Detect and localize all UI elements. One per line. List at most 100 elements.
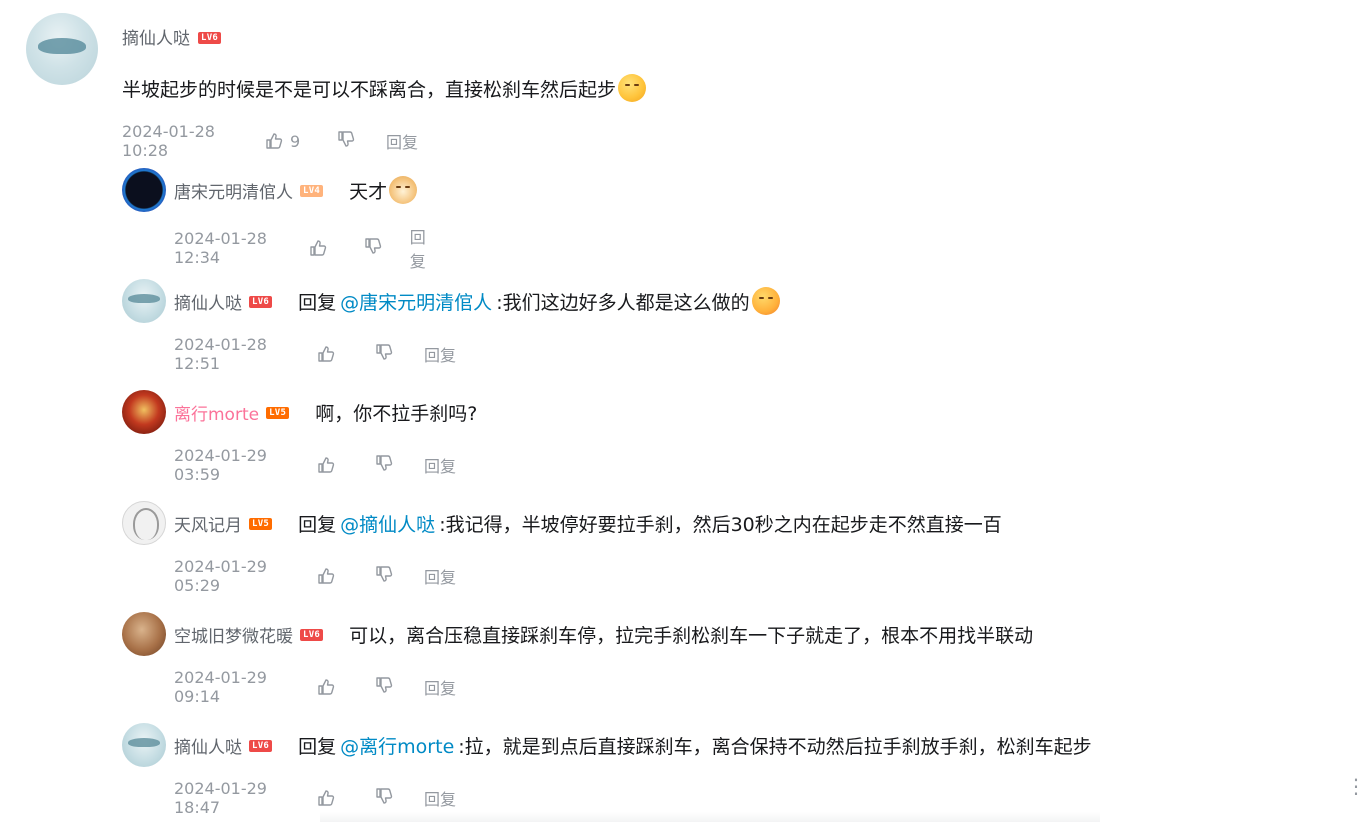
username-row: 天风记月 LV5 [174,511,273,536]
mention-link[interactable]: @离行morte [340,732,454,759]
reply-text: 回复 @摘仙人哒 :我记得，半坡停好要拉手刹，然后30秒之内在起步走不然直接一百 [298,510,1002,537]
avatar[interactable] [122,168,166,212]
like-button[interactable] [308,238,363,258]
avatar[interactable] [122,390,166,434]
username[interactable]: 离行morte [174,400,259,425]
reply-item: 摘仙人哒 LV6 回复 @唐宋元明清倌人 :我们这边好多人都是这么做的 2024… [122,279,780,373]
reply-button[interactable]: 回复 [410,224,440,272]
thumbs-down-icon [376,566,393,582]
reply-body: :我记得，半坡停好要拉手刹，然后30秒之内在起步走不然直接一百 [439,513,1002,536]
mention-link[interactable]: @唐宋元明清倌人 [340,288,492,315]
root-username-row: 摘仙人哒 LV6 [122,24,222,49]
doge-emoji-icon [389,176,418,204]
reply-item: 离行morte LV5 啊，你不拉手刹吗? 2024-01-29 03:59 回… [122,390,477,484]
more-vertical-icon[interactable]: ⋮ [1346,776,1360,796]
like-button[interactable] [316,677,374,697]
reply-text: 啊，你不拉手刹吗? [315,399,477,426]
dislike-button[interactable] [336,129,386,153]
timestamp: 2024-01-29 05:29 [174,557,267,595]
like-button[interactable] [316,788,374,808]
reply-button[interactable]: 回复 [424,675,456,699]
bottom-fade [320,812,1100,822]
thumbs-down-icon [376,344,393,360]
level-badge: LV6 [198,31,222,44]
dislike-button[interactable] [374,342,424,366]
thumbs-up-icon [318,568,335,584]
reply-button[interactable]: 回复 [386,129,418,153]
root-comment-text: 半坡起步的时候是不是可以不踩离合，直接松刹车然后起步 [122,74,647,102]
reply-item: 空城旧梦微花暖 LV6 可以，离合压稳直接踩刹车停，拉完手刹松刹车一下子就走了，… [122,612,1033,706]
reply-meta: 2024-01-29 09:14 回复 [174,668,456,706]
reply-body: :拉，就是到点后直接踩刹车，离合保持不动然后拉手刹放手刹，松刹车起步 [458,735,1092,758]
username[interactable]: 摘仙人哒 [174,733,242,758]
reply-meta: 2024-01-28 12:34 回复 [174,224,440,272]
like-button[interactable] [316,455,374,475]
thumbs-up-icon [266,133,283,149]
reply-item: 摘仙人哒 LV6 回复 @离行morte :拉，就是到点后直接踩刹车，离合保持不… [122,723,1092,817]
timestamp: 2024-01-28 12:34 [174,229,267,267]
reply-prefix: 回复 [298,735,337,758]
root-comment-body: 半坡起步的时候是不是可以不踩离合，直接松刹车然后起步 [122,78,617,101]
reply-button[interactable]: 回复 [424,786,456,810]
mention-link[interactable]: @摘仙人哒 [340,510,435,537]
level-badge: LV5 [249,518,273,530]
dislike-button[interactable] [374,453,424,477]
reply-meta: 2024-01-29 03:59 回复 [174,446,456,484]
dislike-button[interactable] [363,236,410,260]
username[interactable]: 空城旧梦微花暖 [174,622,293,647]
dislike-button[interactable] [374,786,424,810]
timestamp: 2024-01-29 03:59 [174,446,267,484]
grinning-emoji-icon [618,74,647,102]
reply-body: 啊，你不拉手刹吗? [315,402,478,425]
avatar[interactable] [122,612,166,656]
reply-text: 可以，离合压稳直接踩刹车停，拉完手刹松刹车一下子就走了，根本不用找半联动 [349,621,1033,648]
reply-meta: 2024-01-29 05:29 回复 [174,557,456,595]
reply-meta: 2024-01-28 12:51 回复 [174,335,456,373]
thumbs-up-icon [318,790,335,806]
username[interactable]: 天风记月 [174,511,242,536]
root-meta: 2024-01-28 10:28 9 回复 [122,122,418,160]
level-badge: LV5 [266,407,290,419]
username[interactable]: 摘仙人哒 [174,289,242,314]
thumbs-down-icon [376,455,393,471]
thumbs-up-icon [310,240,327,256]
reply-button[interactable]: 回复 [424,453,456,477]
username-row: 摘仙人哒 LV6 [174,289,273,314]
username[interactable]: 唐宋元明清倌人 [174,178,293,203]
thumbs-down-icon [338,131,355,147]
thumbs-up-icon [318,346,335,362]
reply-button[interactable]: 回复 [424,342,456,366]
dislike-button[interactable] [374,564,424,588]
root-avatar[interactable] [26,13,98,85]
username-row: 空城旧梦微花暖 LV6 [174,622,324,647]
reply-item: 唐宋元明清倌人 LV4 天才 2024-01-28 12:34 回复 [122,168,426,271]
thumbs-up-icon [318,679,335,695]
timestamp: 2024-01-28 12:51 [174,335,267,373]
root-username[interactable]: 摘仙人哒 [122,24,190,49]
like-count: 9 [290,131,301,151]
avatar[interactable] [122,723,166,767]
avatar[interactable] [122,279,166,323]
reply-button[interactable]: 回复 [424,564,456,588]
level-badge: LV4 [300,185,324,197]
like-button[interactable] [316,566,374,586]
reply-text: 天才 [349,176,418,204]
avatar[interactable] [122,501,166,545]
thumbs-down-icon [364,238,381,254]
like-button[interactable]: 9 [264,131,336,151]
reply-item: 天风记月 LV5 回复 @摘仙人哒 :我记得，半坡停好要拉手刹，然后30秒之内在… [122,501,1002,595]
level-badge: LV6 [249,296,273,308]
level-badge: LV6 [300,629,324,641]
reply-body: :我们这边好多人都是这么做的 [496,291,750,314]
like-button[interactable] [316,344,374,364]
thumbs-up-icon [318,457,335,473]
username-row: 摘仙人哒 LV6 [174,733,273,758]
username-row: 离行morte LV5 [174,400,290,425]
dislike-button[interactable] [374,675,424,699]
timestamp: 2024-01-29 09:14 [174,668,267,706]
timestamp: 2024-01-29 18:47 [174,779,267,817]
blush-emoji-icon [751,287,780,315]
reply-body: 天才 [349,180,388,203]
reply-body: 可以，离合压稳直接踩刹车停，拉完手刹松刹车一下子就走了，根本不用找半联动 [349,624,1034,647]
thumbs-down-icon [376,788,393,804]
